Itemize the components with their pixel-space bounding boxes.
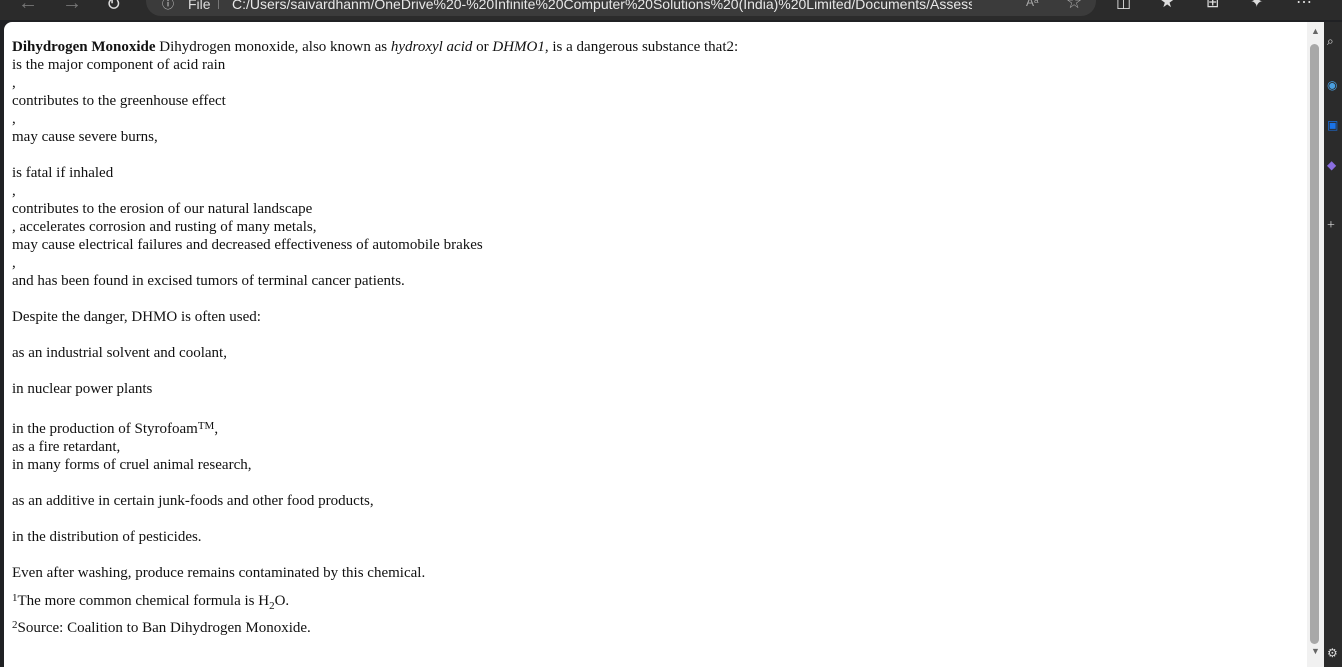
comma-line: , <box>12 111 16 127</box>
footnote-1-tail: O. <box>274 593 290 609</box>
scroll-down-icon[interactable]: ▼ <box>1311 646 1320 656</box>
url-text[interactable]: C:/Users/saivardhanm/OneDrive%20-%20Infi… <box>232 0 972 12</box>
scheme-label: File <box>188 0 211 12</box>
footnote-1-mark: 1 <box>12 592 18 604</box>
vertical-scrollbar[interactable]: ▲ ▼ <box>1307 22 1324 667</box>
use-item: in nuclear power plants <box>12 381 153 397</box>
use-styrofoam-text: in the production of Styrofoam <box>12 421 198 437</box>
danger-item: contributes to the erosion of our natura… <box>12 201 313 217</box>
intro-or: or <box>472 39 493 55</box>
sidebar-add-icon[interactable]: + <box>1327 218 1335 234</box>
footnote-1: 1The more common chemical formula is H2O… <box>12 592 1292 612</box>
use-item: as an additive in certain junk-foods and… <box>12 493 374 509</box>
browser-toolbar: ← → ↻ ⓘ File C:/Users/saivardhanm/OneDri… <box>0 0 1342 20</box>
intro-text-b: , is a dangerous substance that2: <box>544 39 739 55</box>
title-bold: Dihydrogen Monoxide <box>12 39 156 55</box>
sidebar-outlook-icon[interactable]: ▣ <box>1327 118 1338 133</box>
use-item: in the distribution of pesticides. <box>12 529 202 545</box>
use-item-styrofoam: in the production of StyrofoamTM, <box>12 420 1292 438</box>
scroll-thumb[interactable] <box>1310 44 1319 644</box>
sidebar-games-icon[interactable]: ◆ <box>1327 158 1336 173</box>
footnote-1-sub: 2 <box>269 600 275 612</box>
danger-item: may cause electrical failures and decrea… <box>12 237 483 253</box>
favorites-icon[interactable]: ★ <box>1160 0 1174 12</box>
intro-text-a: Dihydrogen monoxide, also known as <box>155 39 391 55</box>
footnote-2: 2Source: Coalition to Ban Dihydrogen Mon… <box>12 619 1292 637</box>
alias-dhmo: DHMO1 <box>492 39 545 55</box>
address-divider <box>218 0 219 9</box>
intro-paragraph: Dihydrogen Monoxide Dihydrogen monoxide,… <box>12 38 1292 56</box>
page-viewport: Dihydrogen Monoxide Dihydrogen monoxide,… <box>4 22 1307 667</box>
back-arrow-icon[interactable]: ← <box>18 0 38 15</box>
use-styrofoam-comma: , <box>214 421 219 437</box>
collections-icon[interactable]: ⊞ <box>1206 0 1219 12</box>
comma-line: , <box>12 255 16 271</box>
danger-item: , accelerates corrosion and rusting of m… <box>12 219 317 235</box>
alias-hydroxyl: hydroxyl acid <box>390 39 473 55</box>
footnote-2-text: Source: Coalition to Ban Dihydrogen Mono… <box>17 620 311 636</box>
use-item: in many forms of cruel animal research, <box>12 457 252 473</box>
edge-sidebar: ⌕ ◉ ▣ ◆ + ⚙ <box>1324 22 1342 667</box>
comma-line: , <box>12 183 16 199</box>
forward-arrow-icon[interactable]: → <box>62 0 82 15</box>
uses-heading: Despite the danger, DHMO is often used: <box>12 309 261 325</box>
danger-item: may cause severe burns, <box>12 129 158 145</box>
use-item: as a fire retardant, <box>12 439 121 455</box>
menu-icon[interactable]: ⋯ <box>1296 0 1312 12</box>
info-icon[interactable]: ⓘ <box>162 0 174 12</box>
sidebar-search-icon[interactable]: ⌕ <box>1327 34 1334 49</box>
document-body: Dihydrogen Monoxide Dihydrogen monoxide,… <box>12 38 1292 637</box>
danger-item: is the major component of acid rain <box>12 57 226 73</box>
sidebar-settings-icon[interactable]: ⚙ <box>1327 646 1338 661</box>
use-item: as an industrial solvent and coolant, <box>12 345 227 361</box>
sidebar-copilot-icon[interactable]: ◉ <box>1327 78 1337 93</box>
danger-item: is fatal if inhaled <box>12 165 114 181</box>
comma-line: , <box>12 75 16 91</box>
refresh-icon[interactable]: ↻ <box>106 0 121 15</box>
read-aloud-icon[interactable]: Aᵃ <box>1026 0 1038 9</box>
split-screen-icon[interactable]: ◫ <box>1116 0 1131 12</box>
danger-item: contributes to the greenhouse effect <box>12 93 226 109</box>
danger-item: and has been found in excised tumors of … <box>12 273 405 289</box>
favorite-star-icon[interactable]: ☆ <box>1066 0 1082 13</box>
footnote-2-mark: 2 <box>12 619 18 631</box>
extensions-icon[interactable]: ✦ <box>1250 0 1263 12</box>
closing-text: Even after washing, produce remains cont… <box>12 565 426 581</box>
footnote-1-text: The more common chemical formula is H <box>17 593 270 609</box>
scroll-up-icon[interactable]: ▲ <box>1311 26 1320 36</box>
trademark-sup: TM <box>197 420 215 432</box>
address-bar[interactable]: ⓘ File C:/Users/saivardhanm/OneDrive%20-… <box>146 0 1096 16</box>
